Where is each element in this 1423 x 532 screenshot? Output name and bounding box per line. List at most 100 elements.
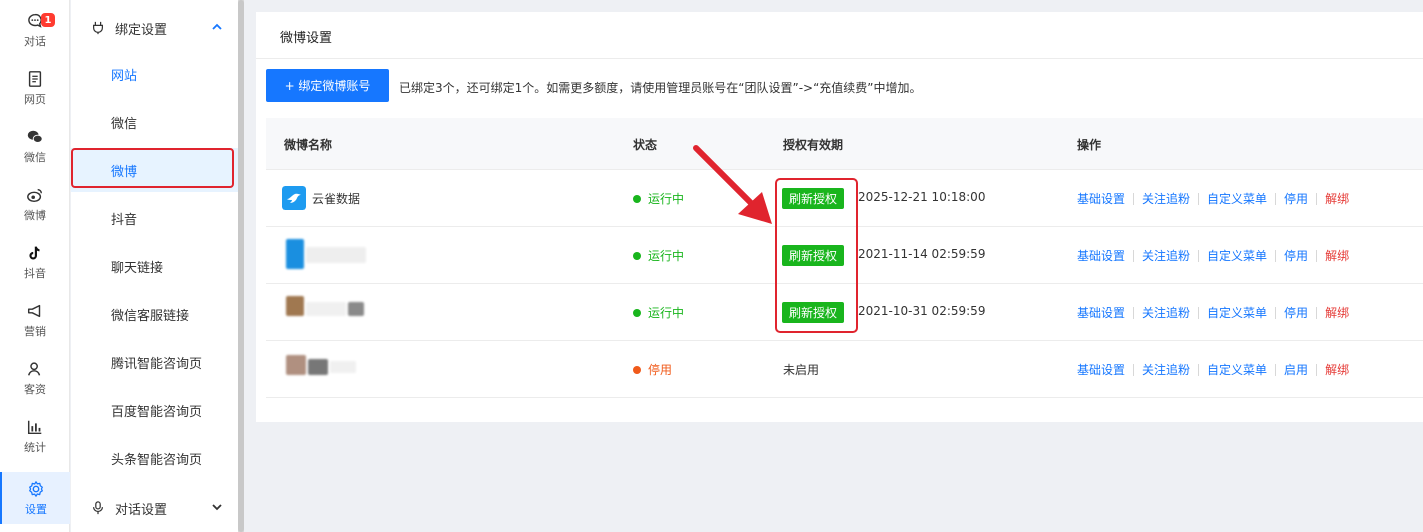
megaphone-icon (27, 304, 41, 317)
menu-group-binding[interactable]: 绑定设置 (71, 8, 238, 48)
disable-link[interactable]: 停用 (1284, 304, 1308, 321)
bind-weibo-button[interactable]: + 绑定微博账号 (266, 69, 389, 102)
disable-link[interactable]: 停用 (1284, 247, 1308, 264)
rail-item-stats[interactable]: 统计 (0, 410, 70, 462)
chevron-up-icon (212, 23, 222, 30)
custom-menu-link[interactable]: 自定义菜单 (1207, 361, 1267, 378)
row-actions: 基础设置 关注追粉 自定义菜单 启用 解绑 (1077, 361, 1349, 378)
table-row: 运行中 刷新授权 2021-10-31 02:59:59 基础设置 关注追粉 自… (266, 284, 1423, 341)
bind-quota-note: 已绑定3个，还可绑定1个。如需更多额度，请使用管理员账号在“团队设置”->“充值… (399, 81, 922, 95)
status-dot (633, 251, 641, 260)
follow-fans-link[interactable]: 关注追粉 (1142, 190, 1190, 207)
basic-settings-link[interactable]: 基础设置 (1077, 361, 1125, 378)
redacted-name (330, 361, 356, 373)
rail-item-label: 统计 (24, 440, 46, 454)
row-actions: 基础设置 关注追粉 自定义菜单 停用 解绑 (1077, 190, 1349, 207)
table-header: 微博名称 状态 授权有效期 操作 (266, 118, 1423, 170)
menu-item-baidu-page[interactable]: 百度智能咨询页 (71, 388, 238, 432)
rail-item-leads[interactable]: 客资 (0, 352, 70, 404)
divider (1275, 249, 1277, 262)
weibo-icon (27, 188, 43, 202)
unbind-link[interactable]: 解绑 (1325, 247, 1349, 264)
redacted-name (348, 302, 364, 316)
account-name: 云雀数据 (312, 192, 361, 206)
rail-item-label: 抖音 (24, 266, 46, 280)
divider (1133, 192, 1135, 205)
unbind-link[interactable]: 解绑 (1325, 190, 1349, 207)
disable-link[interactable]: 停用 (1284, 190, 1308, 207)
status-text: 运行中 (648, 192, 685, 206)
table-row: 停用 未启用 基础设置 关注追粉 自定义菜单 启用 解绑 (266, 341, 1423, 398)
status-badge: 停用 (633, 361, 672, 378)
row-actions: 基础设置 关注追粉 自定义菜单 停用 解绑 (1077, 247, 1349, 264)
divider (1275, 192, 1277, 205)
redacted-name (306, 302, 346, 316)
divider (256, 58, 1423, 59)
menu-item-chat-link[interactable]: 聊天链接 (71, 244, 238, 288)
status-text: 运行中 (648, 249, 685, 263)
divider (1316, 192, 1318, 205)
rail-item-label: 客资 (24, 382, 46, 396)
menu-item-wechat[interactable]: 微信 (71, 100, 238, 144)
users-icon (28, 361, 41, 376)
rail-item-chat[interactable]: 对话 1 (0, 4, 70, 56)
divider (1198, 192, 1200, 205)
douyin-icon (29, 246, 40, 259)
rail-item-weibo[interactable]: 微博 (0, 178, 70, 230)
redacted-avatar (286, 296, 304, 316)
menu-item-douyin[interactable]: 抖音 (71, 196, 238, 240)
menu-item-wechat-kf-link[interactable]: 微信客服链接 (71, 292, 238, 336)
menu-group-chat[interactable]: 对话设置 (71, 488, 238, 528)
auth-validity: 2021-10-31 02:59:59 (858, 304, 986, 318)
status-badge: 运行中 (633, 304, 684, 321)
microphone-icon (93, 501, 103, 515)
unbind-link[interactable]: 解绑 (1325, 361, 1349, 378)
scrollbar-thumb[interactable] (238, 0, 244, 532)
custom-menu-link[interactable]: 自定义菜单 (1207, 247, 1267, 264)
rail-item-wechat[interactable]: 微信 (0, 120, 70, 172)
redacted-name (308, 359, 328, 375)
chevron-down-icon (212, 504, 222, 511)
rail-item-webpage[interactable]: 网页 (0, 62, 70, 114)
menu-group-title: 对话设置 (115, 502, 168, 518)
divider (1316, 249, 1318, 262)
weibo-settings-card: 微博设置 + 绑定微博账号 已绑定3个，还可绑定1个。如需更多额度，请使用管理员… (256, 12, 1423, 422)
column-header-name: 微博名称 (284, 138, 333, 152)
status-dot (633, 365, 641, 374)
refresh-auth-button[interactable]: 刷新授权 (782, 302, 845, 323)
wechat-icon (27, 130, 43, 143)
follow-fans-link[interactable]: 关注追粉 (1142, 247, 1190, 264)
rail-item-settings[interactable]: 设置 (0, 472, 70, 524)
menu-scrollbar[interactable] (238, 0, 244, 532)
divider (1316, 306, 1318, 319)
page-title: 微博设置 (280, 31, 333, 46)
settings-menu: 绑定设置 网站 微信 微博 抖音 聊天链接 微信客服链接 腾讯智能咨询页 百度智… (71, 0, 238, 532)
basic-settings-link[interactable]: 基础设置 (1077, 190, 1125, 207)
follow-fans-link[interactable]: 关注追粉 (1142, 304, 1190, 321)
menu-item-toutiao-page[interactable]: 头条智能咨询页 (71, 436, 238, 480)
bar-chart-icon (27, 420, 42, 434)
redacted-avatar (286, 239, 304, 269)
redacted-avatar (286, 355, 306, 375)
enable-link[interactable]: 启用 (1284, 361, 1308, 378)
rail-item-label: 微信 (24, 150, 46, 164)
custom-menu-link[interactable]: 自定义菜单 (1207, 190, 1267, 207)
menu-item-weibo[interactable]: 微博 (71, 148, 238, 192)
basic-settings-link[interactable]: 基础设置 (1077, 304, 1125, 321)
rail-item-marketing[interactable]: 营销 (0, 294, 70, 346)
follow-fans-link[interactable]: 关注追粉 (1142, 361, 1190, 378)
status-dot (633, 308, 641, 317)
refresh-auth-button[interactable]: 刷新授权 (782, 188, 845, 209)
status-dot (633, 194, 641, 203)
unbind-link[interactable]: 解绑 (1325, 304, 1349, 321)
menu-item-website[interactable]: 网站 (71, 52, 238, 96)
rail-item-douyin[interactable]: 抖音 (0, 236, 70, 288)
status-text: 运行中 (648, 306, 685, 320)
divider (1198, 249, 1200, 262)
custom-menu-link[interactable]: 自定义菜单 (1207, 304, 1267, 321)
basic-settings-link[interactable]: 基础设置 (1077, 247, 1125, 264)
menu-item-tencent-page[interactable]: 腾讯智能咨询页 (71, 340, 238, 384)
gear-icon (29, 480, 43, 497)
refresh-auth-button[interactable]: 刷新授权 (782, 245, 845, 266)
rail-item-label: 网页 (24, 92, 46, 106)
